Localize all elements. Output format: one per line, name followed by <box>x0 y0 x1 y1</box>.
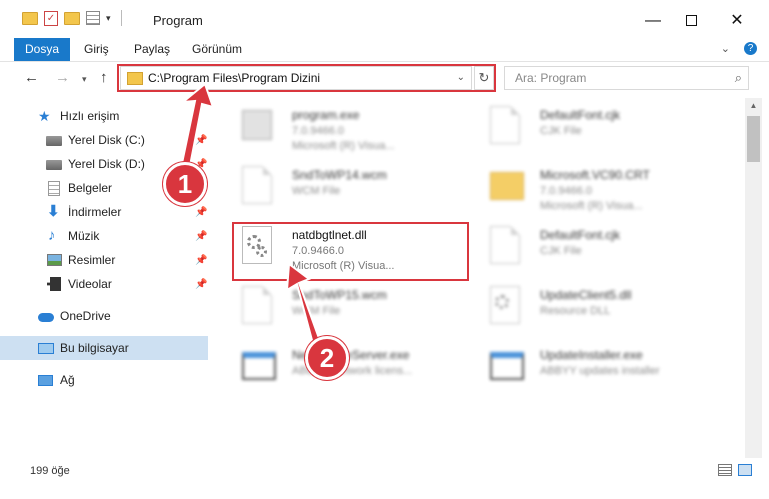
item-count: 199 öğe <box>30 465 70 477</box>
arrow-2 <box>285 262 322 346</box>
large-icons-view-icon[interactable] <box>738 464 752 476</box>
step-1-badge: 1 <box>163 162 207 206</box>
details-view-icon[interactable] <box>718 464 732 476</box>
step-2-badge: 2 <box>305 336 349 380</box>
status-bar: 199 öğe <box>0 458 769 499</box>
arrow-1 <box>179 82 215 173</box>
annotation-arrows <box>179 82 322 346</box>
